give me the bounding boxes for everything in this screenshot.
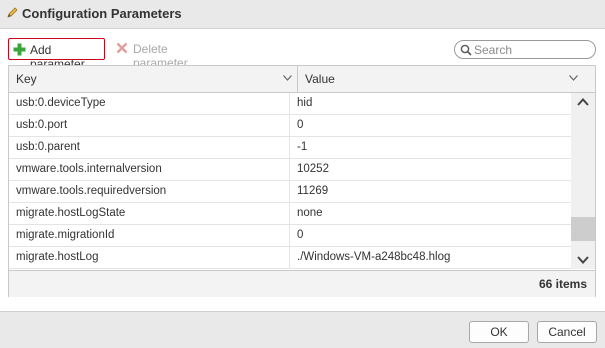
table-row[interactable]: migrate.hostLog ./Windows-VM-a248bc48.hlo… xyxy=(9,247,571,269)
row-key: usb:0.port xyxy=(16,119,68,131)
table-row[interactable]: migrate.migrationId 0 xyxy=(9,225,571,247)
column-divider xyxy=(289,137,290,159)
column-divider xyxy=(289,181,290,203)
row-value: -1 xyxy=(297,141,308,153)
dialog-buttonbar: OK Cancel xyxy=(0,311,605,348)
row-key: usb:0.deviceType xyxy=(16,97,106,109)
row-key: usb:0.parent xyxy=(16,141,80,153)
grid-rows: usb:0.deviceType hid usb:0.port 0 usb:0.pare… xyxy=(9,93,571,269)
row-value: ./Windows-VM-a248bc48.hlog xyxy=(297,251,451,263)
column-divider xyxy=(289,115,290,137)
vertical-scrollbar[interactable] xyxy=(571,93,595,269)
column-divider xyxy=(289,247,290,269)
table-row[interactable]: usb:0.deviceType hid xyxy=(9,93,571,115)
search-box[interactable] xyxy=(454,40,596,59)
row-value: 0 xyxy=(297,119,304,131)
table-row[interactable]: migrate.hostLogState none xyxy=(9,203,571,225)
row-value: 11269 xyxy=(297,185,329,197)
delete-icon xyxy=(116,42,128,54)
column-divider xyxy=(289,93,290,115)
scroll-down-arrow-icon[interactable] xyxy=(577,256,589,264)
grid-footer: 66 items xyxy=(9,270,595,297)
table-row[interactable]: usb:0.parent -1 xyxy=(9,137,571,159)
row-key: vmware.tools.requiredversion xyxy=(16,185,167,197)
dialog-title: Configuration Parameters xyxy=(22,6,182,21)
pencil-icon xyxy=(7,7,18,18)
column-divider xyxy=(289,203,290,225)
column-divider xyxy=(289,225,290,247)
search-icon xyxy=(460,44,472,56)
column-divider xyxy=(289,159,290,181)
ok-button[interactable]: OK xyxy=(469,321,529,343)
delete-parameter-button[interactable]: Delete parameter xyxy=(114,40,224,70)
row-key: migrate.migrationId xyxy=(16,229,115,241)
row-key: migrate.hostLogState xyxy=(16,207,126,219)
cancel-button[interactable]: Cancel xyxy=(537,321,597,343)
grid-header: Key Value xyxy=(9,66,595,93)
parameters-grid: Key Value usb:0.deviceType hid usb:0.port 0… xyxy=(8,65,596,297)
row-key: migrate.hostLog xyxy=(16,251,99,263)
table-row[interactable]: vmware.tools.requiredversion 11269 xyxy=(9,181,571,203)
table-row[interactable]: usb:0.port 0 xyxy=(9,115,571,137)
row-key: vmware.tools.internalversion xyxy=(16,163,162,175)
search-input[interactable] xyxy=(474,42,589,57)
row-value: none xyxy=(297,207,323,219)
toolbar: Add parameter Delete parameter xyxy=(0,36,605,71)
row-value: 10252 xyxy=(297,163,329,175)
scrollbar-thumb[interactable] xyxy=(571,217,595,241)
chevron-down-icon[interactable] xyxy=(569,75,578,81)
column-header-value-label: Value xyxy=(305,72,335,86)
column-header-value[interactable]: Value xyxy=(298,66,595,92)
column-header-key[interactable]: Key xyxy=(9,66,298,92)
column-header-key-label: Key xyxy=(16,72,37,86)
item-count: 66 items xyxy=(538,277,587,291)
row-value: hid xyxy=(297,97,313,109)
chevron-down-icon[interactable] xyxy=(283,75,292,81)
dialog-titlebar: Configuration Parameters xyxy=(0,0,605,29)
row-value: 0 xyxy=(297,229,304,241)
add-parameter-button[interactable]: Add parameter xyxy=(8,38,105,71)
scroll-up-arrow-icon[interactable] xyxy=(577,98,589,106)
table-row[interactable]: vmware.tools.internalversion 10252 xyxy=(9,159,571,181)
plus-icon xyxy=(13,43,26,56)
